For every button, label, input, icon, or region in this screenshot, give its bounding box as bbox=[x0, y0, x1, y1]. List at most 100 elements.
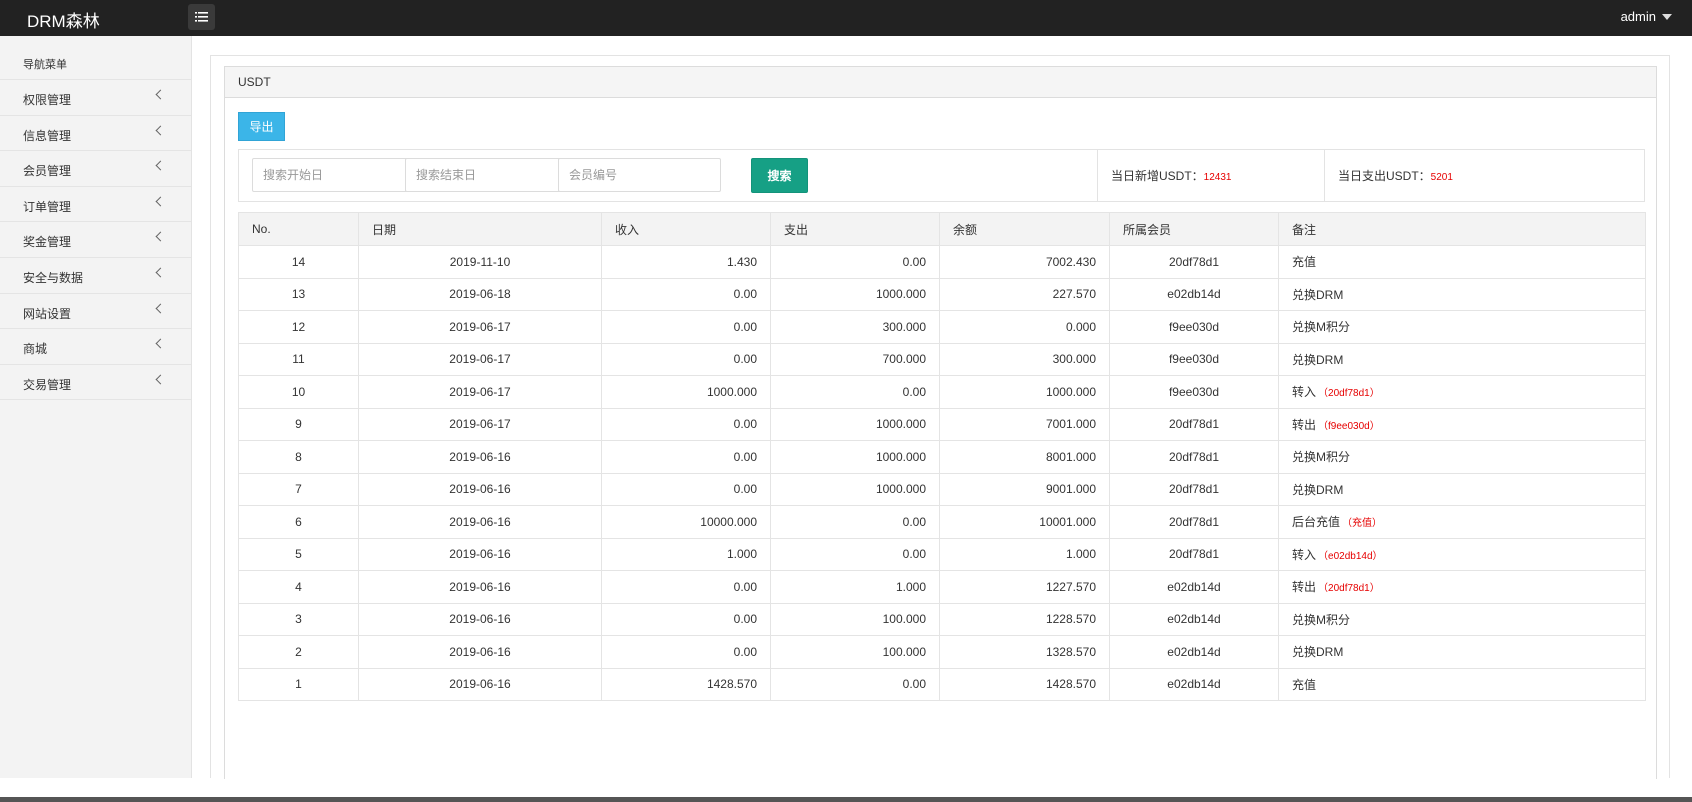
expense-text: 1000.000 bbox=[875, 482, 926, 497]
chevron-left-icon bbox=[155, 160, 166, 171]
sidebar-item[interactable]: 网站设置 bbox=[0, 294, 191, 330]
cell-note: 转入 （20df78d1） bbox=[1278, 375, 1646, 409]
cell-date: 2019-11-10 bbox=[358, 245, 602, 279]
cell-member: e02db14d bbox=[1109, 602, 1279, 636]
note-extra-text: （20df78d1） bbox=[1318, 583, 1380, 595]
cell-income: 0.00 bbox=[601, 277, 771, 311]
cell-note: 兑换M积分 bbox=[1278, 440, 1646, 474]
balance-text: 300.000 bbox=[1052, 352, 1096, 367]
footer-bar bbox=[0, 797, 1692, 802]
menu-toggle-button[interactable] bbox=[188, 4, 215, 30]
cell-income: 0.00 bbox=[601, 635, 771, 669]
note-text: 兑换M积分 bbox=[1292, 320, 1350, 335]
sidebar-item[interactable]: 交易管理 bbox=[0, 365, 191, 401]
note-text: 充值 bbox=[1292, 255, 1317, 270]
cell-member: 20df78d1 bbox=[1109, 505, 1279, 539]
table-row: 13 2019-06-18 0.00 1000.000 227.570 e02db14d 兑… bbox=[238, 277, 1646, 311]
hamburger-icon bbox=[195, 12, 208, 22]
note-extra-text: （充值） bbox=[1342, 518, 1383, 530]
cell-member: e02db14d bbox=[1109, 570, 1279, 604]
export-button[interactable]: 导出 bbox=[238, 112, 285, 141]
cell-no: 7 bbox=[238, 472, 359, 506]
no-text: 14 bbox=[291, 254, 306, 269]
note-text: 充值 bbox=[1292, 677, 1317, 692]
panel-title: USDT bbox=[225, 67, 1656, 98]
balance-text: 0.000 bbox=[1065, 319, 1096, 334]
expense-text: 1000.000 bbox=[875, 287, 926, 302]
cell-balance: 0.000 bbox=[939, 310, 1110, 344]
cell-member: f9ee030d bbox=[1109, 375, 1279, 409]
cell-date: 2019-06-16 bbox=[358, 667, 602, 701]
end-date-input[interactable] bbox=[405, 158, 568, 192]
cell-member: e02db14d bbox=[1109, 277, 1279, 311]
member-id-input[interactable] bbox=[558, 158, 721, 192]
date-text: 2019-06-16 bbox=[449, 514, 511, 529]
column-header: No. bbox=[238, 212, 359, 246]
balance-text: 7001.000 bbox=[1045, 417, 1096, 432]
cell-date: 2019-06-17 bbox=[358, 375, 602, 409]
no-text: 9 bbox=[295, 417, 302, 432]
user-menu[interactable]: admin bbox=[1621, 9, 1672, 24]
column-header: 备注 bbox=[1278, 212, 1646, 246]
column-header: 所属会员 bbox=[1109, 212, 1279, 246]
expense-text: 100.000 bbox=[882, 644, 926, 659]
cell-income: 1000.000 bbox=[601, 375, 771, 409]
balance-text: 1000.000 bbox=[1045, 384, 1096, 399]
table-row: 10 2019-06-17 1000.000 0.00 1000.000 f9ee030d… bbox=[238, 375, 1646, 409]
date-text: 2019-06-17 bbox=[449, 384, 511, 399]
start-date-input[interactable] bbox=[252, 158, 415, 192]
member-text: e02db14d bbox=[1167, 644, 1221, 659]
sidebar-item-label: 会员管理 bbox=[23, 164, 72, 179]
member-text: 20df78d1 bbox=[1168, 547, 1220, 562]
sidebar-item[interactable]: 奖金管理 bbox=[0, 222, 191, 258]
member-text: f9ee030d bbox=[1168, 384, 1220, 399]
sidebar-item[interactable]: 权限管理 bbox=[0, 80, 191, 116]
cell-expense: 0.00 bbox=[770, 505, 940, 539]
sidebar-item[interactable]: 订单管理 bbox=[0, 187, 191, 223]
cell-note: 转入 （e02db14d） bbox=[1278, 537, 1646, 571]
table-body: 14 2019-11-10 1.430 0.00 7002.430 20df78d1 充值 1… bbox=[238, 245, 1646, 701]
sidebar-item-label: 网站设置 bbox=[23, 306, 72, 321]
sidebar-item[interactable]: 商城 bbox=[0, 329, 191, 365]
sidebar-item[interactable]: 安全与数据 bbox=[0, 258, 191, 294]
date-text: 2019-06-17 bbox=[449, 417, 511, 432]
cell-date: 2019-06-16 bbox=[358, 505, 602, 539]
member-text: e02db14d bbox=[1167, 287, 1221, 302]
cell-date: 2019-06-17 bbox=[358, 342, 602, 376]
balance-text: 10001.000 bbox=[1039, 514, 1096, 529]
date-text: 2019-06-16 bbox=[449, 547, 511, 562]
cell-balance: 300.000 bbox=[939, 342, 1110, 376]
brand-logo[interactable]: DRM森林 bbox=[27, 7, 100, 32]
date-text: 2019-06-16 bbox=[449, 449, 511, 464]
cell-no: 6 bbox=[238, 505, 359, 539]
chevron-left-icon bbox=[155, 89, 166, 100]
chevron-left-icon bbox=[155, 338, 166, 349]
balance-text: 1.000 bbox=[1065, 547, 1096, 562]
sidebar-item-label: 安全与数据 bbox=[23, 270, 84, 285]
note-text: 转出 bbox=[1292, 580, 1317, 595]
daily-income-value: 12431 bbox=[1203, 172, 1232, 183]
income-text: 0.00 bbox=[733, 579, 757, 594]
no-text: 12 bbox=[291, 319, 306, 334]
table-row: 5 2019-06-16 1.000 0.00 1.000 20df78d1 转入 （e02d… bbox=[238, 537, 1646, 571]
search-button[interactable]: 搜索 bbox=[751, 158, 808, 193]
cell-expense: 0.00 bbox=[770, 667, 940, 701]
expense-text: 0.00 bbox=[902, 677, 926, 692]
cell-balance: 1227.570 bbox=[939, 570, 1110, 604]
cell-no: 10 bbox=[238, 375, 359, 409]
table-row: 4 2019-06-16 0.00 1.000 1227.570 e02db14d 转出 （2… bbox=[238, 570, 1646, 604]
daily-income-label: 当日新增USDT： bbox=[1111, 169, 1204, 183]
note-text: 后台充值 bbox=[1292, 515, 1341, 530]
income-text: 0.00 bbox=[733, 319, 757, 334]
sidebar-item[interactable]: 信息管理 bbox=[0, 116, 191, 152]
sidebar-item-label: 奖金管理 bbox=[23, 235, 72, 250]
chevron-left-icon bbox=[155, 303, 166, 314]
expense-text: 700.000 bbox=[882, 352, 926, 367]
sidebar-item[interactable]: 会员管理 bbox=[0, 151, 191, 187]
chevron-left-icon bbox=[155, 267, 166, 278]
no-text: 10 bbox=[291, 384, 306, 399]
cell-income: 1428.570 bbox=[601, 667, 771, 701]
column-header: 支出 bbox=[770, 212, 940, 246]
income-text: 0.00 bbox=[733, 644, 757, 659]
sidebar-item-label: 订单管理 bbox=[23, 199, 72, 214]
